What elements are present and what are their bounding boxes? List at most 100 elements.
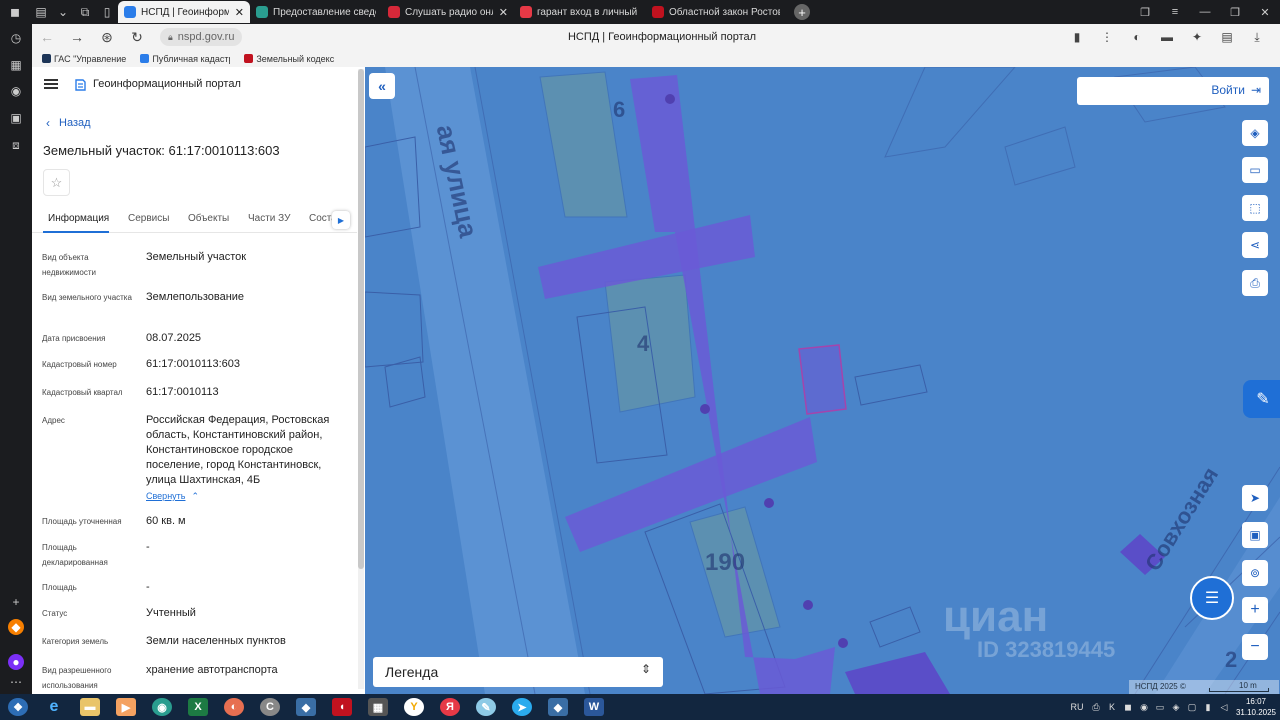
hamburger-menu-icon[interactable] (44, 79, 58, 89)
browser-tab[interactable]: Предоставление сведений (250, 1, 382, 23)
tray-app-icon[interactable]: ◼ (1120, 702, 1136, 713)
extension-icon-2[interactable]: ▬ (1152, 30, 1182, 44)
radio-icon[interactable]: ◖ (324, 695, 360, 719)
map-canvas[interactable] (365, 67, 1280, 694)
calendar-icon[interactable]: ▣ (8, 110, 24, 126)
feedback-widget-icon[interactable]: ✎ (1243, 380, 1280, 418)
selected-parcel[interactable] (798, 344, 847, 415)
close-tab-icon[interactable]: ✕ (235, 6, 244, 19)
download-icon[interactable]: ⤓ (1242, 30, 1272, 45)
close-window-button[interactable]: ✕ (1250, 6, 1280, 19)
tray-disk-icon[interactable]: ▭ (1152, 702, 1168, 713)
app-icon-2[interactable]: ◆ (540, 695, 576, 719)
bookmark-item[interactable]: Публичная кадастровая (140, 54, 230, 64)
clock[interactable]: 16:07 31.10.2025 (1232, 696, 1280, 718)
word-icon[interactable]: W (576, 695, 612, 719)
yandex-icon[interactable]: Я (432, 695, 468, 719)
forward-arrow-icon[interactable]: → (62, 29, 92, 45)
minimize-button[interactable]: — (1190, 6, 1220, 18)
chrome-icon[interactable]: ◉ (144, 695, 180, 719)
extension-icon-1[interactable]: ◐ (1122, 30, 1152, 44)
paint-icon[interactable]: ✎ (468, 695, 504, 719)
yandex-browser-icon[interactable]: Y (396, 695, 432, 719)
start-button[interactable]: ❖ (0, 695, 36, 719)
bookmark-item[interactable]: ГАС "Управление (42, 54, 126, 64)
zoom-out-button[interactable]: − (1242, 634, 1268, 660)
browser-tab[interactable]: Слушать радио онлайн ✕ (382, 1, 514, 23)
reading-list-icon[interactable]: ▤ (1212, 30, 1242, 44)
collections-icon[interactable]: ❐ (1130, 6, 1160, 19)
telegram-icon[interactable]: ➤ (504, 695, 540, 719)
screenshot-icon[interactable]: ⧉ (74, 1, 96, 23)
browser-tab[interactable]: НСПД | Геоинформационный портал ✕ (118, 1, 250, 23)
extensions-icon[interactable]: ✦ (1182, 30, 1212, 44)
new-tab-button[interactable]: + (794, 4, 810, 20)
app-icon[interactable]: ◆ (288, 695, 324, 719)
bookmark-page-icon[interactable]: ▯ (96, 1, 118, 23)
more-vert-icon[interactable]: ⋮ (1092, 30, 1122, 44)
menu-icon[interactable]: ≡ (1160, 6, 1190, 18)
map-view[interactable]: ая улица Совхозная 6 4 190 2 циан ID 323… (365, 67, 1280, 694)
add-panel-icon[interactable]: + (8, 594, 24, 610)
tab-list-icon[interactable]: ▤ (30, 1, 52, 23)
tab-parts[interactable]: Части ЗУ (248, 213, 290, 224)
history-icon[interactable]: ◷ (8, 30, 24, 46)
back-arrow-icon[interactable]: ← (32, 29, 62, 45)
protect-icon[interactable]: ⊛ (92, 29, 122, 46)
kaspersky-icon[interactable]: K (1104, 702, 1120, 712)
panel-scrollbar[interactable] (358, 69, 364, 689)
bookmark-item[interactable]: Земельный кодекс (244, 54, 334, 64)
small-building (845, 652, 950, 694)
calculator-icon[interactable]: ▦ (360, 695, 396, 719)
scrollbar-thumb[interactable] (358, 69, 364, 569)
tab-objects[interactable]: Объекты (188, 213, 229, 224)
tray-yandex-icon[interactable]: ◉ (1136, 702, 1152, 713)
ruler-button[interactable]: ▭ (1242, 157, 1268, 183)
media-icon[interactable]: ◉ (8, 83, 24, 99)
notes-icon[interactable]: ▦ (8, 57, 24, 73)
collapse-link[interactable]: Свернуть ⌃ (146, 489, 199, 504)
select-area-button[interactable]: ⬚ (1242, 195, 1268, 221)
reload-icon[interactable]: ↻ (122, 29, 152, 46)
excel-icon[interactable]: X (180, 695, 216, 719)
volume-icon[interactable]: ◁ (1216, 702, 1232, 713)
printer-icon[interactable]: ⎙ (1088, 702, 1104, 713)
tray-window-icon[interactable]: ▢ (1184, 702, 1200, 713)
alice-icon[interactable]: ● (8, 654, 24, 670)
chat-button[interactable]: ☰ (1190, 576, 1234, 620)
language-indicator[interactable]: RU (1066, 702, 1088, 712)
shopping-icon[interactable]: ◆ (8, 619, 24, 635)
more-icon[interactable]: ⋯ (8, 674, 24, 690)
network-icon[interactable]: ▮ (1200, 702, 1216, 713)
legend-select[interactable]: Легенда ⇕ (373, 657, 663, 687)
collapse-panel-button[interactable]: « (369, 73, 395, 99)
layers-button[interactable]: ◈ (1242, 120, 1268, 146)
login-button[interactable]: Войти ⇥ (1211, 83, 1261, 97)
share-button[interactable]: ⋖ (1242, 232, 1268, 258)
browser-tab[interactable]: Областной закон Ростовской (646, 1, 786, 23)
geo-search-button[interactable]: ⊚ (1242, 560, 1268, 586)
bookmark-icon[interactable]: ▮ (1062, 30, 1092, 44)
firefox-icon[interactable]: ◐ (216, 695, 252, 719)
tray-shield-icon[interactable]: ◈ (1168, 702, 1184, 713)
print-button[interactable]: ⎙ (1242, 270, 1268, 296)
media-player-icon[interactable]: ▶ (108, 695, 144, 719)
restore-button[interactable]: ❐ (1220, 6, 1250, 19)
browser-tab[interactable]: гарант вход в личный кабинет (514, 1, 646, 23)
devices-icon[interactable]: ⧈ (8, 137, 24, 153)
ccleaner-icon[interactable]: C (252, 695, 288, 719)
tab-information[interactable]: Информация (48, 213, 109, 224)
back-link[interactable]: ‹ Назад (46, 116, 91, 130)
explorer-icon[interactable]: ▬ (72, 695, 108, 719)
picture-in-picture-button[interactable]: ▣ (1242, 522, 1268, 548)
ie-icon[interactable]: e (36, 695, 72, 719)
url-field[interactable]: 🔒︎ nspd.gov.ru (160, 28, 243, 46)
chevron-down-icon[interactable]: ⌄ (52, 1, 74, 23)
tab-services[interactable]: Сервисы (128, 213, 169, 224)
locate-button[interactable]: ➤ (1242, 485, 1268, 511)
tabs-scroll-right-button[interactable]: ▶ (332, 211, 350, 229)
browser-menu-icon[interactable]: ◼ (0, 1, 30, 23)
favorite-star-button[interactable]: ☆ (43, 169, 70, 196)
close-tab-icon[interactable]: ✕ (499, 6, 508, 19)
zoom-in-button[interactable]: + (1242, 597, 1268, 623)
